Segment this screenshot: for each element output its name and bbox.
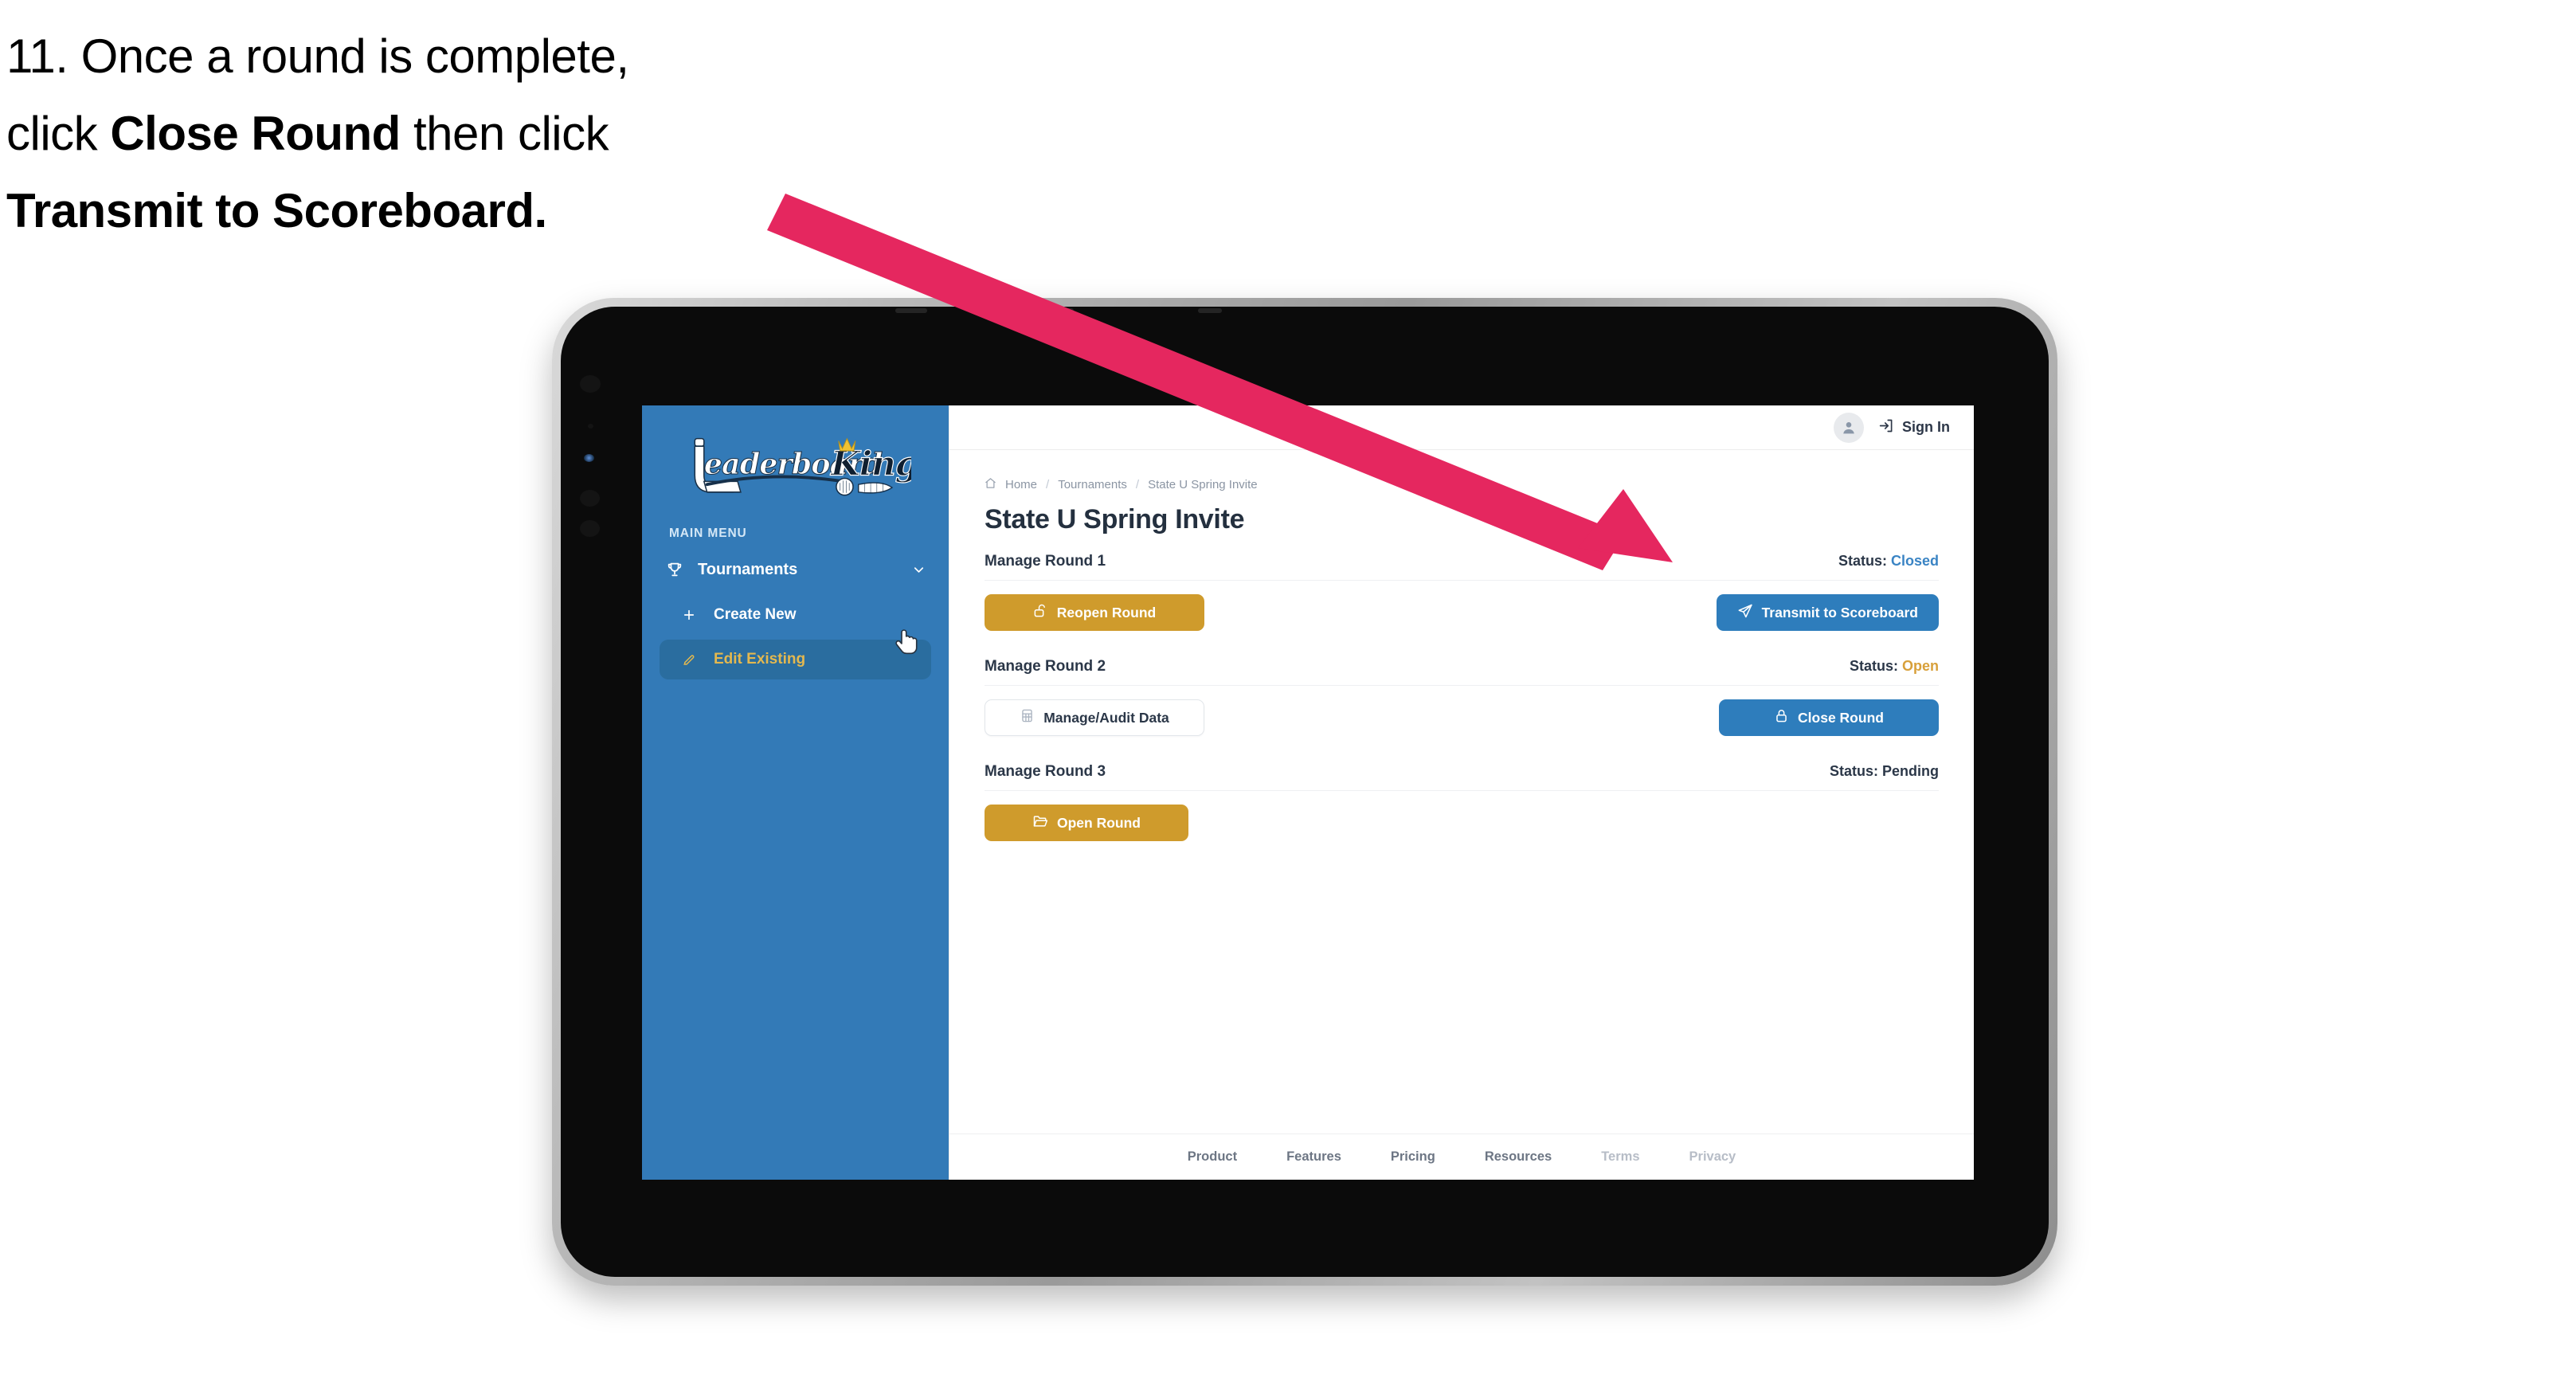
caption-line-2: click Close Round then click xyxy=(6,95,946,172)
footer-link-features[interactable]: Features xyxy=(1286,1149,1341,1165)
tablet-mic-2 xyxy=(580,520,600,537)
round-2-status: Status: Open xyxy=(1850,658,1939,675)
table-grid-icon xyxy=(1020,708,1035,727)
page-title: State U Spring Invite xyxy=(985,504,1245,534)
app-topbar: Sign In xyxy=(949,405,1974,450)
footer-link-terms[interactable]: Terms xyxy=(1601,1149,1639,1165)
app-main-panel: Sign In Home / Tournaments / State U Spr… xyxy=(949,405,1974,1180)
login-arrow-icon xyxy=(1878,417,1895,438)
transmit-to-scoreboard-label: Transmit to Scoreboard xyxy=(1761,604,1918,621)
footer-link-privacy[interactable]: Privacy xyxy=(1689,1149,1736,1165)
home-icon[interactable] xyxy=(985,477,996,492)
round-1-status: Status: Closed xyxy=(1838,553,1939,570)
footer-link-pricing[interactable]: Pricing xyxy=(1391,1149,1435,1165)
sidebar-item-create-new[interactable]: Create New xyxy=(660,595,931,635)
round-1-title: Manage Round 1 xyxy=(985,553,1106,570)
plus-icon xyxy=(682,608,706,622)
breadcrumb-item-tournaments[interactable]: Tournaments xyxy=(1058,478,1127,491)
caption-line-2-post: then click xyxy=(400,107,609,161)
open-round-button[interactable]: Open Round xyxy=(985,805,1188,841)
manage-audit-data-label: Manage/Audit Data xyxy=(1043,709,1169,726)
paper-plane-icon xyxy=(1737,603,1753,623)
round-1-status-value: Closed xyxy=(1890,553,1939,569)
tablet-mic-1 xyxy=(580,490,600,507)
edit-icon xyxy=(682,652,706,667)
round-block-1: Manage Round 1 Status: Closed Reopen Rou… xyxy=(985,553,1939,631)
app-sidebar: eaderboard King MAIN MENU Tournaments Cr… xyxy=(642,405,949,1180)
footer-link-resources[interactable]: Resources xyxy=(1485,1149,1552,1165)
reopen-round-label: Reopen Round xyxy=(1056,604,1157,621)
round-3-status-value: Pending xyxy=(1882,763,1939,779)
transmit-to-scoreboard-button[interactable]: Transmit to Scoreboard xyxy=(1716,594,1939,631)
trophy-icon xyxy=(666,561,690,578)
round-2-title: Manage Round 2 xyxy=(985,658,1106,675)
round-block-2: Manage Round 2 Status: Open Manage/Audit… xyxy=(985,658,1939,736)
round-1-status-label: Status: xyxy=(1838,553,1887,569)
round-3-actions: Open Round xyxy=(985,791,1939,841)
tablet-bezel: eaderboard King MAIN MENU Tournaments Cr… xyxy=(561,307,2049,1277)
round-1-actions: Reopen Round Transmit to Scoreboard xyxy=(985,581,1939,631)
leaderboardking-logo-icon: eaderboard King xyxy=(694,437,911,496)
sign-in-button[interactable]: Sign In xyxy=(1878,417,1950,438)
tablet-top-speaker xyxy=(895,308,927,313)
round-3-status: Status: Pending xyxy=(1830,763,1939,780)
sidebar-item-tournaments-label: Tournaments xyxy=(698,560,798,578)
tablet-status-led xyxy=(584,454,594,462)
tablet-front-camera xyxy=(580,375,601,393)
footer-link-product[interactable]: Product xyxy=(1188,1149,1237,1165)
round-2-actions: Manage/Audit Data Close Round xyxy=(985,686,1939,736)
page-content: Home / Tournaments / State U Spring Invi… xyxy=(949,450,1974,1133)
caption-transmit-emphasis: Transmit to Scoreboard. xyxy=(6,184,547,238)
caption-line-2-pre: click xyxy=(6,107,111,161)
sidebar-item-edit-existing-label: Edit Existing xyxy=(714,651,806,668)
tablet-screen: eaderboard King MAIN MENU Tournaments Cr… xyxy=(642,405,1974,1180)
unlock-icon xyxy=(1033,603,1048,622)
sign-in-label: Sign In xyxy=(1902,419,1950,435)
round-3-title: Manage Round 3 xyxy=(985,763,1106,780)
instruction-caption: 11. Once a round is complete, click Clos… xyxy=(6,18,946,250)
app-footer: Product Features Pricing Resources Terms… xyxy=(949,1133,1974,1180)
caption-line-1: 11. Once a round is complete, xyxy=(6,29,629,83)
manage-audit-data-button[interactable]: Manage/Audit Data xyxy=(985,699,1204,736)
caption-line-3: Transmit to Scoreboard. xyxy=(6,172,946,249)
chevron-down-icon[interactable] xyxy=(909,562,928,578)
screenshot-root: 11. Once a round is complete, click Clos… xyxy=(0,0,2576,1386)
close-round-button[interactable]: Close Round xyxy=(1719,699,1939,736)
round-3-status-label: Status: xyxy=(1829,763,1878,779)
tablet-top-speaker-2 xyxy=(1047,308,1074,313)
round-1-header: Manage Round 1 Status: Closed xyxy=(985,553,1939,581)
sidebar-item-tournaments[interactable]: Tournaments xyxy=(642,549,949,590)
open-round-label: Open Round xyxy=(1057,814,1141,831)
folder-open-icon xyxy=(1032,813,1048,833)
round-2-status-label: Status: xyxy=(1849,658,1898,674)
reopen-round-button[interactable]: Reopen Round xyxy=(985,594,1204,631)
breadcrumb-separator-2: / xyxy=(1135,478,1140,491)
tablet-device: eaderboard King MAIN MENU Tournaments Cr… xyxy=(552,298,2057,1286)
sidebar-item-create-new-label: Create New xyxy=(714,606,797,623)
breadcrumb: Home / Tournaments / State U Spring Invi… xyxy=(985,477,1939,492)
user-avatar-icon[interactable] xyxy=(1834,412,1864,443)
close-round-label: Close Round xyxy=(1798,709,1884,726)
round-block-3: Manage Round 3 Status: Pending Open Roun… xyxy=(985,763,1939,841)
lock-icon xyxy=(1774,708,1789,727)
breadcrumb-separator-1: / xyxy=(1046,478,1050,491)
round-3-header: Manage Round 3 Status: Pending xyxy=(985,763,1939,791)
breadcrumb-item-current[interactable]: State U Spring Invite xyxy=(1148,478,1258,491)
breadcrumb-item-home[interactable]: Home xyxy=(1005,478,1037,491)
tablet-top-speaker-3 xyxy=(1198,308,1222,313)
sidebar-item-edit-existing[interactable]: Edit Existing xyxy=(660,640,931,679)
tablet-sensor-dot xyxy=(588,424,593,429)
round-2-status-value: Open xyxy=(1901,658,1939,674)
caption-close-round-emphasis: Close Round xyxy=(110,107,401,161)
round-2-header: Manage Round 2 Status: Open xyxy=(985,658,1939,686)
sidebar-section-label: MAIN MENU xyxy=(669,527,747,540)
app-logo[interactable]: eaderboard King xyxy=(642,426,949,512)
